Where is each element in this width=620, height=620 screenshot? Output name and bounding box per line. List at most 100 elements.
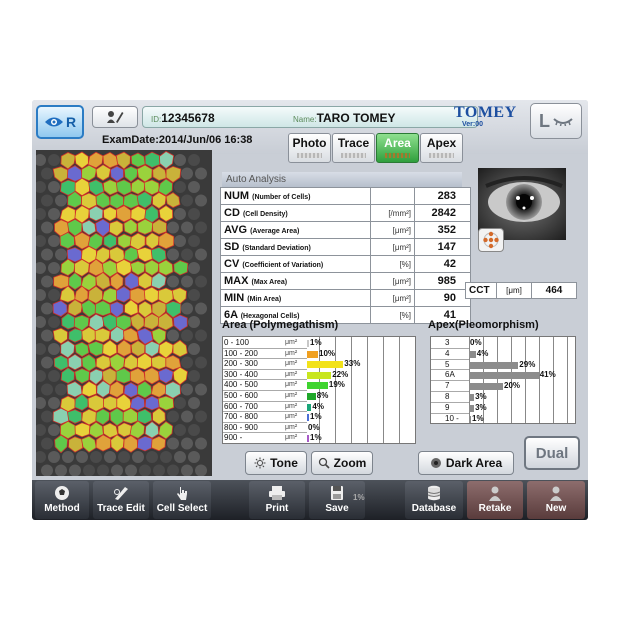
area-unit: μm² <box>285 423 298 431</box>
floppy-disk-icon <box>331 486 343 500</box>
new-patient-icon <box>550 486 562 501</box>
bar-percent: 3% <box>475 392 487 401</box>
print-label: Print <box>265 503 289 514</box>
param-name: CD <box>224 207 240 219</box>
histogram-row: 700 - 800 μm² 1% <box>223 412 415 422</box>
pen-person-icon <box>107 111 124 123</box>
left-eye-button[interactable]: L <box>530 103 582 139</box>
print-button[interactable]: Print <box>249 481 305 519</box>
retake-button[interactable]: Retake <box>467 481 523 519</box>
zoom-button[interactable]: Zoom <box>311 451 373 475</box>
area-range: 100 - 200 <box>224 348 258 358</box>
param-value: 90 <box>414 289 471 307</box>
param-unit: [%] <box>370 255 415 273</box>
patient-info-bar: ID:12345678 Name:TARO TOMEY <box>142 106 478 128</box>
save-label: Save <box>325 503 349 514</box>
row-separator <box>431 380 469 382</box>
method-button[interactable]: Method <box>35 481 89 519</box>
patient-edit-button[interactable] <box>92 106 138 128</box>
area-unit: μm² <box>285 349 298 357</box>
histogram-bar <box>469 404 475 412</box>
right-eye-button[interactable]: R <box>36 105 84 139</box>
row-separator <box>223 358 307 360</box>
apex-sides: 5 <box>445 359 450 369</box>
soccer-ball-icon <box>55 486 69 500</box>
row-separator <box>223 411 307 413</box>
bar-percent: 0% <box>470 338 482 347</box>
exam-date: ExamDate:2014/Jun/06 16:38 <box>102 134 253 146</box>
analysis-row: CD (Cell Density) [/mm²] 2842 <box>220 204 471 222</box>
histogram-row: 900 - μm² 1% <box>223 433 415 443</box>
endothelium-cell-map[interactable] <box>36 150 212 476</box>
trace-edit-label: Trace Edit <box>97 503 145 514</box>
eye-icon <box>44 117 63 127</box>
param-unit: [μm²] <box>370 238 415 256</box>
cell-select-label: Cell Select <box>156 503 208 514</box>
analysis-row: NUM (Number of Cells) 283 <box>220 187 471 205</box>
fixation-position-button[interactable] <box>478 228 504 252</box>
param-value: 2842 <box>414 204 471 222</box>
row-separator <box>223 400 307 402</box>
retake-person-icon <box>489 486 501 501</box>
dark-area-button[interactable]: Dark Area <box>418 451 514 475</box>
row-separator <box>431 401 469 403</box>
area-unit: μm² <box>285 381 298 389</box>
new-button[interactable]: New <box>527 481 585 519</box>
param-value: 283 <box>414 187 471 205</box>
histogram-row: 5 29% <box>431 360 575 370</box>
polymegathism-title: Area (Polymegathism) <box>222 319 339 331</box>
histogram-row: 300 - 400 μm² 22% <box>223 370 415 380</box>
bar-percent: 1% <box>310 412 322 422</box>
tone-label: Tone <box>270 456 298 470</box>
bar-percent: 4% <box>312 401 324 411</box>
area-range: 800 - 900 <box>224 422 258 432</box>
histogram-row: 800 - 900 μm² 0% <box>223 423 415 433</box>
area-range: 300 - 400 <box>224 369 258 379</box>
analysis-row: MAX (Max Area) [μm²] 985 <box>220 272 471 290</box>
histogram-row: 3 0% <box>431 338 575 348</box>
param-name: MIN <box>224 292 245 304</box>
view-tabs: Photo Trace Area Apex <box>288 133 463 163</box>
param-name: MAX <box>224 275 249 287</box>
row-separator <box>223 390 307 391</box>
analysis-param: CD (Cell Density) <box>220 204 371 222</box>
param-desc: (Average Area) <box>250 228 300 235</box>
histogram-row: 100 - 200 μm² 10% <box>223 349 415 359</box>
sun-icon <box>254 457 266 469</box>
tab-area[interactable]: Area <box>376 133 419 163</box>
param-desc: (Number of Cells) <box>252 194 311 201</box>
database-icon <box>427 485 441 501</box>
tone-button[interactable]: Tone <box>245 451 307 475</box>
bar-percent: 22% <box>332 369 349 379</box>
param-value: 352 <box>414 221 471 239</box>
tab-trace-label: Trace <box>337 136 370 150</box>
id-label: ID: <box>151 115 162 124</box>
database-button[interactable]: Database <box>405 481 463 519</box>
histogram-bar <box>469 361 519 369</box>
bar-percent: 1% <box>472 413 484 423</box>
trace-edit-button[interactable]: Trace Edit <box>93 481 149 519</box>
apex-sides: 3 <box>445 338 450 347</box>
tab-photo[interactable]: Photo <box>288 133 331 163</box>
analysis-row: MIN (Min Area) [μm²] 90 <box>220 289 471 307</box>
cct-box: CCT [μm] 464 <box>465 282 577 299</box>
tab-strip <box>341 153 366 158</box>
param-unit: [μm²] <box>370 221 415 239</box>
bar-percent: 1% <box>310 433 322 443</box>
tab-trace[interactable]: Trace <box>332 133 375 163</box>
apex-sides: 9 <box>445 402 450 412</box>
analysis-row: AVG (Average Area) [μm²] 352 <box>220 221 471 239</box>
row-separator <box>223 379 307 381</box>
bottom-toolbar: Method Trace Edit Cell Select Print Save… <box>32 480 588 520</box>
save-button[interactable]: Save 1% <box>309 481 365 519</box>
auto-analysis-title: Auto Analysis <box>222 172 462 187</box>
histogram-row: 500 - 600 μm² 8% <box>223 391 415 401</box>
dark-area-label: Dark Area <box>445 456 503 470</box>
row-separator <box>431 369 469 371</box>
tab-apex[interactable]: Apex <box>420 133 463 163</box>
dual-button[interactable]: Dual <box>524 436 580 470</box>
tab-photo-label: Photo <box>292 136 327 150</box>
cell-select-button[interactable]: Cell Select <box>153 481 211 519</box>
row-separator <box>223 368 307 370</box>
bar-percent: 1% <box>310 338 322 347</box>
